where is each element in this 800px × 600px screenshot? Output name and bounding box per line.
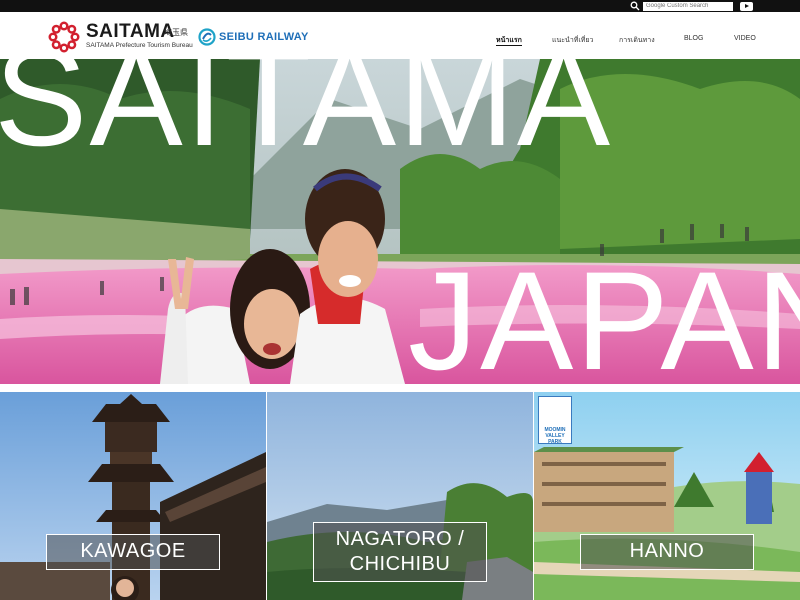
- hero-banner: SAITAMA JAPAN: [0, 59, 800, 384]
- card-nagatoro-chichibu[interactable]: NAGATORO / CHICHIBU: [267, 392, 533, 600]
- card-label-nagatoro-chichibu[interactable]: NAGATORO / CHICHIBU: [313, 522, 487, 582]
- moomin-valley-badge[interactable]: MOOMIN VALLEY PARK: [538, 396, 572, 445]
- brand-subtitle: SAITAMA Prefecture Tourism Bureau: [86, 42, 193, 49]
- hero-title-japan: JAPAN: [408, 242, 800, 385]
- card-label-line1: NAGATORO /: [335, 528, 465, 550]
- card-label-hanno[interactable]: HANNO: [580, 534, 754, 570]
- saitama-logo-icon[interactable]: [47, 20, 81, 54]
- card-label-line2: CHICHIBU: [349, 553, 451, 575]
- nav-item-home[interactable]: หน้าแรก: [496, 35, 522, 46]
- seibu-railway-logo-icon[interactable]: [198, 28, 216, 46]
- nav-item-access[interactable]: การเดินทาง: [619, 35, 655, 46]
- card-kawagoe[interactable]: KAWAGOE: [0, 392, 266, 600]
- card-label-kawagoe[interactable]: KAWAGOE: [46, 534, 220, 570]
- site-header: SAITAMA 埼玉県 SAITAMA Prefecture Tourism B…: [0, 12, 800, 59]
- search-icon[interactable]: [630, 1, 640, 11]
- nav-item-attractions[interactable]: แนะนำที่เที่ยว: [552, 35, 593, 46]
- brand-name[interactable]: SAITAMA: [86, 22, 175, 42]
- utility-bar: [0, 0, 800, 12]
- nav-item-blog[interactable]: BLOG: [684, 35, 703, 42]
- hero-title-saitama: SAITAMA: [0, 59, 613, 175]
- partner-name[interactable]: SEIBU RAILWAY: [219, 31, 309, 43]
- brand-japanese: 埼玉県: [164, 28, 188, 37]
- destination-cards: KAWAGOE NAGATORO / CHICHIBU MOOMIN VALLE…: [0, 392, 800, 600]
- youtube-icon[interactable]: [740, 2, 753, 11]
- card-hanno[interactable]: MOOMIN VALLEY PARK HANNO: [534, 392, 800, 600]
- search-input[interactable]: [643, 2, 733, 11]
- nav-item-video[interactable]: VIDEO: [734, 35, 756, 42]
- badge-line3: PARK: [548, 439, 562, 445]
